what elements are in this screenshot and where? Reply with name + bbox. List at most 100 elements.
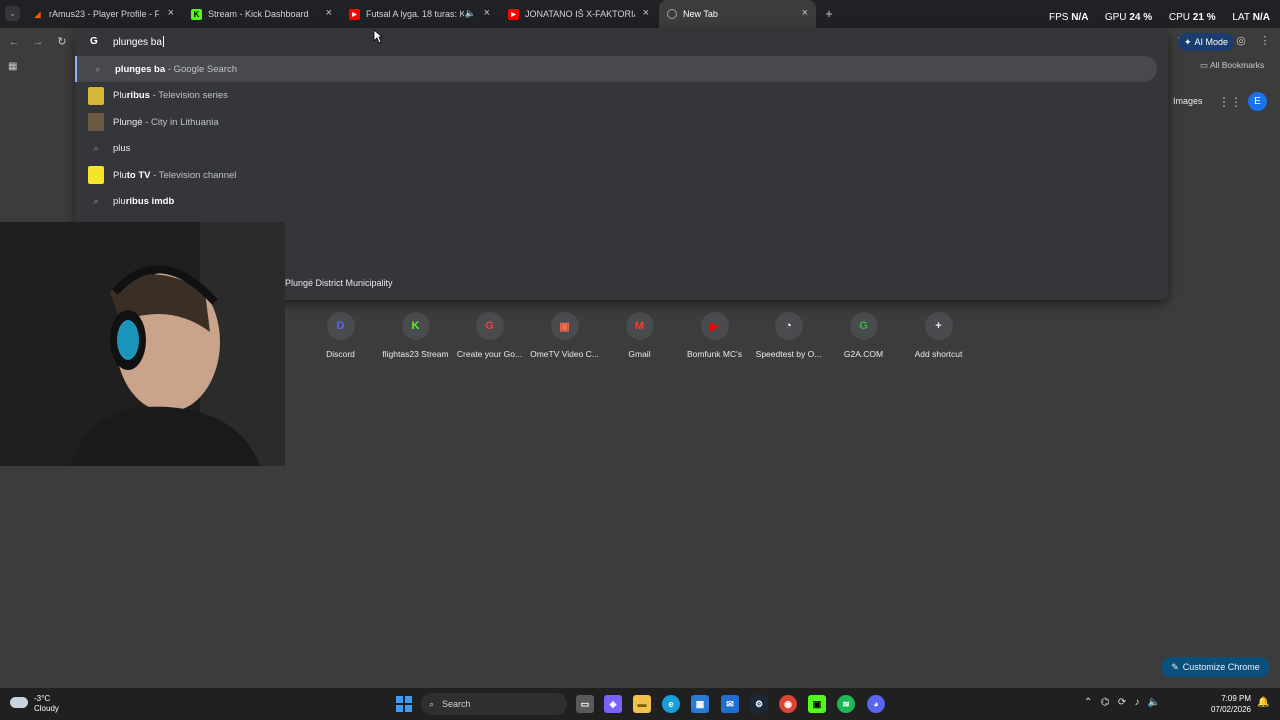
google-apps-icon[interactable]: ⋮⋮ — [1218, 95, 1242, 109]
ai-mode-label: AI Mode — [1194, 37, 1229, 47]
lat-label: LAT — [1232, 12, 1250, 23]
shortcut-label: OmeTV Video C... — [530, 349, 599, 359]
close-tab-icon[interactable]: × — [326, 8, 332, 19]
shortcut-label: Discord — [326, 349, 355, 359]
outlook-icon[interactable]: ✉ — [721, 695, 739, 713]
omnibox-suggestion[interactable]: Pluto TV - Television channel — [75, 162, 1157, 188]
suggestion-label: plus — [113, 143, 131, 154]
edge-icon[interactable]: e — [662, 695, 680, 713]
shortcut-icon: G — [849, 312, 878, 340]
cpu-value: 21 % — [1192, 12, 1216, 23]
shortcut-tile[interactable]: M Gmail — [602, 312, 677, 359]
shortcut-tile[interactable]: + Add shortcut — [901, 312, 976, 359]
shortcut-tile[interactable]: G G2A.COM — [826, 312, 901, 359]
address-input[interactable]: plunges ba — [113, 36, 164, 48]
fps-label: FPS — [1048, 12, 1069, 23]
profile-icon[interactable]: ◎ — [1234, 34, 1248, 48]
menu-icon[interactable]: ⋮ — [1258, 34, 1272, 48]
shortcut-label: Add shortcut — [914, 349, 963, 359]
speaker-icon[interactable]: 🔈 — [1148, 697, 1160, 708]
gpu-label: GPU — [1104, 12, 1127, 23]
reload-icon[interactable]: ↻ — [54, 34, 70, 50]
shortcut-tile[interactable]: Kflightas23 Stream — [378, 312, 453, 359]
omnibox-suggestion[interactable]: Plungė - City in Lithuania — [75, 109, 1157, 135]
shortcut-tile[interactable]: ◔ Speedtest by O... — [751, 312, 826, 359]
system-tray: ⌃ ⌬ ⟳ ♪ 🔈 — [1084, 697, 1160, 708]
shortcut-label: Bomfunk MC's — [687, 349, 742, 359]
images-link[interactable]: Images — [1173, 96, 1203, 106]
chrome-taskbar-icon[interactable]: ◉ — [779, 695, 797, 713]
chevron-up-icon[interactable]: ⌃ — [1084, 697, 1092, 708]
close-tab-icon[interactable]: × — [802, 8, 808, 19]
file-explorer-icon[interactable]: ▬ — [633, 695, 651, 713]
omnibox-suggestion[interactable]: ⌕ plunges ba - Google Search — [75, 56, 1157, 82]
shortcut-icon: ▣ — [550, 312, 579, 340]
microphone-icon[interactable]: ♪ — [1135, 697, 1140, 708]
back-icon[interactable]: ← — [6, 34, 22, 50]
suggestion-label: Plungė - City in Lithuania — [113, 116, 219, 128]
omnibox-suggestion[interactable]: ⌕ plus — [75, 136, 1157, 162]
start-button[interactable] — [396, 696, 412, 712]
copilot-icon[interactable]: ◈ — [604, 695, 622, 713]
clock-time: 7:09 PM — [1221, 694, 1251, 703]
faceit-icon: ◢ — [34, 9, 41, 19]
notification-bell-icon[interactable]: 🔔 — [1257, 697, 1269, 708]
lat-value: N/A — [1252, 12, 1270, 23]
suggestion-hint[interactable]: Plungė District Municipality — [285, 278, 393, 288]
fps-value: N/A — [1071, 12, 1089, 23]
cloud-icon — [10, 697, 28, 708]
avatar[interactable]: E — [1248, 92, 1267, 111]
cpu-label: CPU — [1168, 12, 1191, 23]
omnibox-suggestion[interactable]: ⌕ pluribus imdb — [75, 189, 1157, 215]
shortcut-icon: ▶ — [700, 312, 729, 340]
shortcut-icon: D — [326, 312, 355, 340]
gpu-value: 24 % — [1129, 12, 1153, 23]
search-icon: ⌕ — [95, 63, 101, 74]
suggestion-label: pluribus imdb — [113, 196, 175, 207]
sync-icon[interactable]: ⟳ — [1118, 697, 1126, 708]
forward-icon[interactable]: → — [30, 34, 46, 50]
shortcut-tile[interactable]: D Discord — [303, 312, 378, 359]
close-tab-icon[interactable]: × — [484, 8, 490, 19]
store-icon[interactable]: ▦ — [691, 695, 709, 713]
address-bar[interactable]: G plunges ba ✦ AI Mode — [75, 28, 1234, 56]
chrome-icon — [667, 9, 677, 19]
omnibox-suggestion[interactable]: Pluribus - Television series — [75, 83, 1157, 109]
suggestion-label: Pluribus - Television series — [113, 90, 228, 101]
shortcut-tile[interactable]: ▶ Bomfunk MC's — [677, 312, 752, 359]
tab-futsal[interactable]: ▶ Futsal A lyga. 18 turas: Kaunas 🔈 × — [341, 0, 498, 28]
weather-temp: -3°C — [34, 694, 51, 703]
discord-taskbar-icon[interactable]: ◕ — [867, 695, 885, 713]
pencil-icon: ✎ — [1171, 661, 1179, 672]
ai-search-icon: ✦ — [1183, 36, 1192, 47]
shortcut-tile[interactable]: ▣ OmeTV Video C... — [527, 312, 602, 359]
customize-chrome-button[interactable]: ✎ Customize Chrome — [1161, 657, 1270, 677]
network-icon[interactable]: ⌬ — [1101, 697, 1110, 708]
search-icon: ⌕ — [93, 143, 99, 153]
spotify-icon[interactable]: ≋ — [837, 695, 855, 713]
close-tab-icon[interactable]: × — [168, 8, 174, 19]
tab-search-button[interactable]: ⌄ — [5, 6, 20, 21]
task-view-icon[interactable]: ▭ — [576, 695, 594, 713]
tab-new-tab[interactable]: New Tab × — [659, 0, 816, 28]
kick-taskbar-icon[interactable]: ▣ — [808, 695, 826, 713]
tab-faceit[interactable]: ◢ rAmus23 - Player Profile - FACEIT × — [24, 0, 182, 28]
new-tab-button[interactable]: + — [821, 6, 837, 22]
all-bookmarks-button[interactable]: ▭ All Bookmarks — [1200, 60, 1264, 71]
steam-icon[interactable]: ⚙ — [750, 695, 768, 713]
suggestion-label: Pluto TV - Television channel — [113, 169, 237, 181]
close-tab-icon[interactable]: × — [643, 8, 649, 19]
shortcut-tile[interactable]: G Create your Go... — [452, 312, 527, 359]
tab-kick[interactable]: K Stream - Kick Dashboard × — [183, 0, 340, 28]
customize-chrome-label: Customize Chrome — [1182, 662, 1260, 672]
clock[interactable]: 7:09 PM 07/02/2026 — [1205, 693, 1251, 715]
all-bookmarks-label: All Bookmarks — [1209, 60, 1265, 70]
taskbar-search[interactable]: ⌕ Search — [421, 693, 567, 715]
tab-jonatano[interactable]: ▶ JONATANO IŠ X-FAKTORIAUS IŠ × — [500, 0, 657, 28]
speaker-icon[interactable]: 🔈 — [465, 8, 476, 19]
text-caret — [162, 36, 164, 47]
tab-title: New Tab — [683, 9, 718, 19]
ai-mode-button[interactable]: ✦ AI Mode — [1178, 33, 1234, 51]
apps-grid-icon[interactable]: ▦ — [8, 61, 17, 72]
shortcut-label: Create your Go... — [456, 349, 523, 359]
